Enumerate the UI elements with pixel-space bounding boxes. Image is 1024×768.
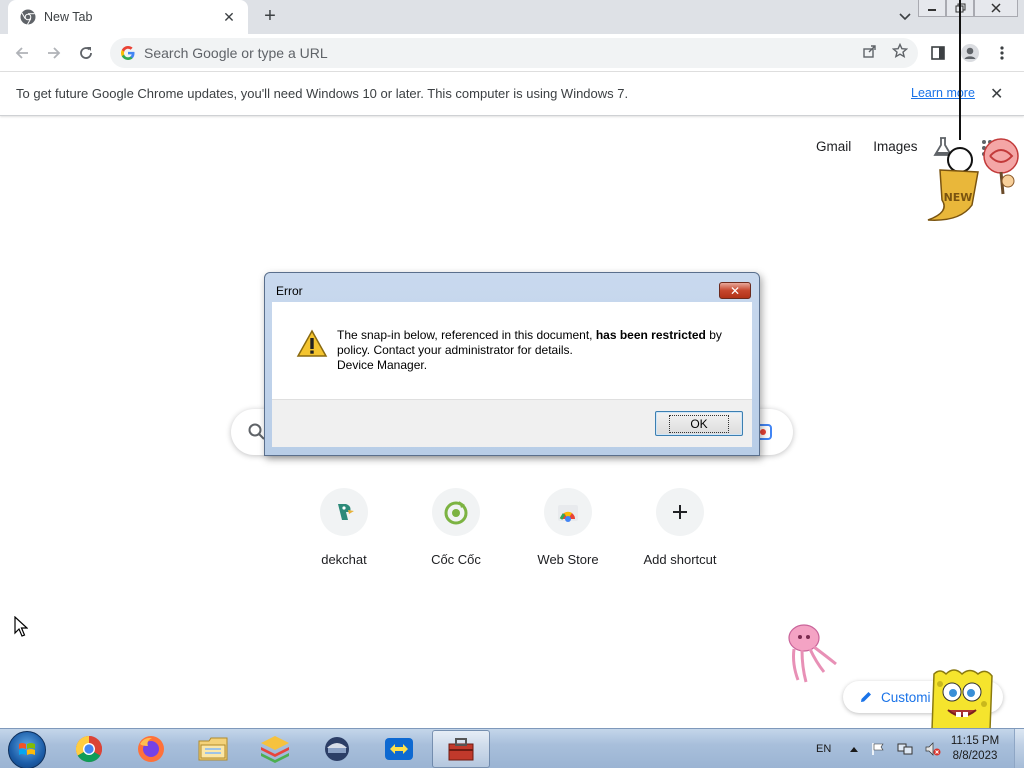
shortcut-icon-bg <box>432 488 480 536</box>
bookmark-star-icon[interactable] <box>891 42 909 64</box>
shortcut-icon-bg <box>544 488 592 536</box>
shortcut-dekchat[interactable]: dekchat <box>288 486 400 567</box>
back-button[interactable] <box>10 41 34 65</box>
share-icon[interactable] <box>862 43 878 64</box>
close-icon <box>991 3 1001 13</box>
clock-time: 11:15 PM <box>950 735 1000 747</box>
more-vert-icon <box>1000 46 1004 60</box>
pencil-icon <box>861 692 871 702</box>
add-shortcut-button[interactable]: Add shortcut <box>624 486 736 567</box>
forward-button[interactable] <box>42 41 66 65</box>
dialog-footer: OK <box>272 399 752 447</box>
show-desktop-button[interactable] <box>1014 729 1024 768</box>
shortcut-tiles: dekchat Cốc Cốc Web Store Add shortcut <box>288 486 736 567</box>
infobar-close-icon[interactable]: ✕ <box>990 84 1003 104</box>
ok-button-label: OK <box>669 414 729 433</box>
tab-close-icon[interactable]: ✕ <box>220 9 238 26</box>
shortcut-icon-bg <box>656 488 704 536</box>
tab-strip: New Tab ✕ + <box>0 0 1024 34</box>
dialog-close-button[interactable]: ✕ <box>719 282 751 299</box>
address-bar-placeholder: Search Google or type a URL <box>144 45 328 61</box>
dialog-title: Error <box>276 284 303 298</box>
plus-icon <box>673 505 687 519</box>
hanging-new-tag-sticker: NEW <box>927 0 979 221</box>
new-tab-button[interactable]: + <box>258 4 282 28</box>
dialog-message-part1: The snap-in below, referenced in this do… <box>337 328 596 342</box>
ok-button[interactable]: OK <box>655 411 743 436</box>
start-button[interactable] <box>8 731 46 768</box>
sticker-text: NEW <box>944 191 973 204</box>
coccoc-icon <box>444 501 468 525</box>
taskbar-chrome[interactable] <box>60 730 118 768</box>
network-icon[interactable] <box>897 742 913 756</box>
dialog-message-snapin: Device Manager. <box>337 358 428 372</box>
spongebob-sticker <box>931 669 993 730</box>
taskbar-file-explorer[interactable] <box>184 730 242 768</box>
images-link[interactable]: Images <box>873 139 917 154</box>
windows-logo-icon <box>19 743 35 755</box>
file-explorer-icon <box>198 737 228 761</box>
clock-date: 8/8/2023 <box>952 750 998 762</box>
dialog-body: The snap-in below, referenced in this do… <box>272 302 752 399</box>
firefox-icon <box>138 736 164 762</box>
chevron-down-icon <box>899 13 911 21</box>
taskbar-bluestacks[interactable] <box>246 730 304 768</box>
reload-icon <box>80 47 92 59</box>
shortcut-label: dekchat <box>321 552 367 567</box>
teamviewer-icon <box>385 738 413 760</box>
gmail-link[interactable]: Gmail <box>816 139 851 154</box>
toolbox-icon <box>448 738 474 761</box>
menu-button[interactable] <box>990 41 1014 65</box>
arrow-left-icon <box>15 47 28 59</box>
dialog-message: The snap-in below, referenced in this do… <box>337 328 737 373</box>
error-dialog: Error ✕ The snap-in below, referenced in… <box>264 272 760 456</box>
mouse-pointer-icon <box>14 616 28 637</box>
ntp-header-links: Gmail Images <box>816 139 918 154</box>
omnibox-actions <box>862 42 909 64</box>
show-hidden-icons-icon[interactable] <box>849 745 859 753</box>
windows-taskbar: EN 11:15 PM 8/8/2023 <box>0 728 1024 768</box>
taskbar-vpn[interactable] <box>308 730 366 768</box>
shortcut-label: Cốc Cốc <box>431 552 481 567</box>
window-close-button[interactable] <box>974 0 1018 17</box>
dialog-message-bold: has been restricted <box>595 328 706 342</box>
screen: New Tab ✕ + Search Google or type a URL … <box>0 0 1024 768</box>
close-icon: ✕ <box>729 283 741 298</box>
shortcut-label: Web Store <box>537 552 599 567</box>
jellyfish-sticker <box>788 624 837 683</box>
tab-new-tab[interactable]: New Tab ✕ <box>8 0 248 34</box>
webstore-icon <box>558 505 578 522</box>
shortcut-label: Add shortcut <box>643 552 717 567</box>
google-g-icon <box>120 45 136 61</box>
dekchat-icon <box>338 504 354 520</box>
vpn-icon <box>325 737 349 761</box>
warning-icon <box>296 329 328 357</box>
chrome-icon <box>75 735 103 763</box>
infobar-message: To get future Google Chrome updates, you… <box>16 86 629 101</box>
volume-muted-icon[interactable] <box>925 742 941 756</box>
action-center-flag-icon[interactable] <box>871 742 885 756</box>
system-clock[interactable]: 11:15 PM 8/8/2023 <box>940 734 1010 764</box>
browser-toolbar: Search Google or type a URL <box>0 34 1024 72</box>
bluestacks-icon <box>261 736 289 763</box>
tab-search-button[interactable] <box>894 6 916 28</box>
shortcut-web-store[interactable]: Web Store <box>512 486 624 567</box>
reload-button[interactable] <box>74 41 98 65</box>
chrome-icon <box>20 9 36 25</box>
patrick-lollipop-sticker <box>983 138 1019 195</box>
address-bar[interactable]: Search Google or type a URL <box>110 38 918 68</box>
taskbar-teamviewer[interactable] <box>370 730 428 768</box>
update-infobar: To get future Google Chrome updates, you… <box>0 72 1024 116</box>
shortcut-icon-bg <box>320 488 368 536</box>
taskbar-toolbox[interactable] <box>432 730 490 768</box>
customize-label: Customi <box>881 689 931 705</box>
tab-title: New Tab <box>44 10 93 24</box>
language-indicator[interactable]: EN <box>816 743 831 755</box>
taskbar-firefox[interactable] <box>122 730 180 768</box>
shortcut-coccoc[interactable]: Cốc Cốc <box>400 486 512 567</box>
arrow-right-icon <box>48 47 61 59</box>
system-tray: EN <box>800 729 941 768</box>
